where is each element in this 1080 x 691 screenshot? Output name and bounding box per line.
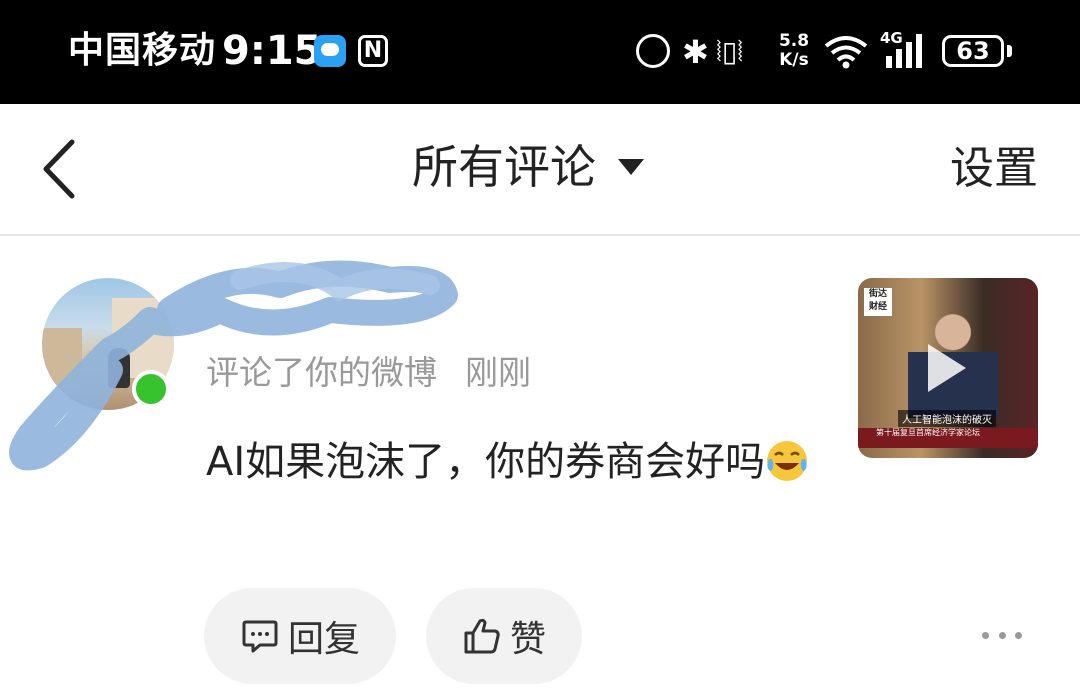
play-icon (928, 344, 966, 392)
page-title: 所有评论 (412, 140, 596, 194)
network-speed-value: 5.8 (778, 31, 810, 51)
thumbnail-caption: 人工智能泡沫的破灭 (898, 410, 996, 427)
laugh-tears-emoji-icon (767, 441, 808, 481)
clock: 9:15 (222, 28, 322, 74)
settings-button[interactable]: 设置 (950, 136, 1038, 202)
header: 所有评论 设置 (0, 104, 1080, 236)
more-dot (998, 631, 1006, 639)
avatar-photo-building-left (42, 328, 82, 388)
message-notification-icon (314, 35, 346, 67)
nfc-icon: N (358, 35, 388, 67)
battery-icon: 63 (942, 35, 1004, 67)
network-speed-unit: K/s (779, 50, 809, 70)
reply-bubble-icon (242, 620, 278, 653)
network-speed: 5.8 K/s (776, 32, 812, 76)
battery-tip (1007, 45, 1012, 57)
status-bar: 中国移动 9:15 N ✱ ⦚▯⦚ 5.8 K/s 4G 63 (0, 0, 1080, 104)
more-dot (982, 631, 989, 639)
signal-icon (886, 34, 922, 68)
like-label: 赞 (509, 619, 546, 660)
online-status-dot (132, 370, 170, 408)
more-options-button[interactable] (982, 622, 1022, 648)
avatar-photo-person (108, 348, 130, 388)
like-button[interactable]: 赞 (426, 588, 582, 684)
back-arrow-icon[interactable] (34, 134, 84, 204)
comment-text: AI如果泡沫了，你的券商会好吗 (206, 439, 766, 485)
post-thumbnail[interactable]: 街达 财经 人工智能泡沫的破灭 第十届复旦首席经济学家论坛 (858, 278, 1038, 458)
comment-filter-dropdown[interactable]: 所有评论 (412, 134, 644, 200)
caret-down-icon (618, 159, 644, 175)
more-dot (1015, 631, 1022, 639)
comment-time: 刚刚 (465, 353, 531, 392)
comment-meta: 评论了你的微博 刚刚 (206, 350, 531, 396)
meta-action: 评论了你的微博 (206, 353, 437, 392)
bluetooth-icon: ✱ (682, 33, 709, 71)
alarm-icon (636, 34, 670, 68)
comment-text-block: AI如果泡沫了，你的券商会好吗 (206, 428, 816, 496)
thumbnail-banner: 第十届复旦首席经济学家论坛 (858, 428, 1038, 448)
reply-label: 回复 (287, 619, 360, 660)
thumbnail-logo: 街达 财经 (864, 288, 892, 316)
reply-button[interactable]: 回复 (204, 588, 396, 684)
vibrate-icon: ⦚▯⦚ (716, 35, 744, 68)
wifi-icon (824, 36, 868, 69)
thumbs-up-icon (464, 618, 500, 654)
carrier-label: 中国移动 (68, 30, 217, 71)
